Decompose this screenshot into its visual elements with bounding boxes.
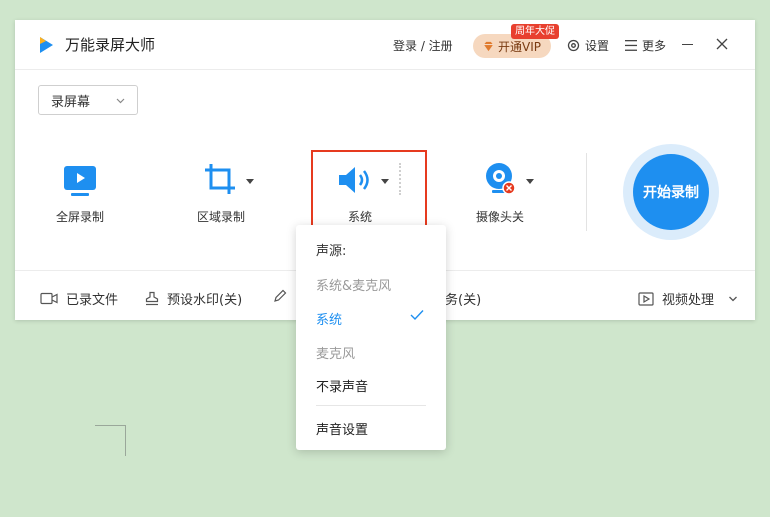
chevron-down-icon[interactable] <box>728 295 738 303</box>
audio-settings-item[interactable]: 声音设置 <box>316 419 368 438</box>
scheduled-task-button[interactable]: 务(关) <box>445 289 481 308</box>
recorded-files-label: 已录文件 <box>66 293 119 308</box>
vip-label: 开通VIP <box>498 39 541 54</box>
more-button[interactable]: 更多 <box>625 37 666 54</box>
dropdown-divider <box>316 405 426 406</box>
tools-divider <box>586 153 587 231</box>
vip-diamond-icon <box>483 41 494 51</box>
audio-option-system[interactable]: 系统 <box>316 309 342 328</box>
more-menu-icon <box>625 40 637 51</box>
watermark-label: 预设水印(关) <box>167 293 243 308</box>
camera-caret[interactable] <box>526 179 534 184</box>
region-record-caret[interactable] <box>246 179 254 184</box>
edit-button[interactable] <box>273 289 287 303</box>
audio-option-mic[interactable]: 麦克风 <box>316 343 355 362</box>
chevron-down-icon <box>116 98 125 104</box>
camera-icon <box>486 163 516 195</box>
watermark-icon <box>145 291 159 306</box>
region-record-label: 区域录制 <box>197 210 246 224</box>
fullscreen-record-icon <box>64 166 96 196</box>
video-process-button[interactable]: 视频处理 <box>638 289 738 308</box>
edit-pencil-icon <box>274 289 287 302</box>
watermark-button[interactable]: 预设水印(关) <box>145 289 242 308</box>
audio-highlight-box <box>311 150 427 233</box>
record-mode-select[interactable]: 录屏幕 <box>38 85 138 115</box>
camera-off-badge-icon <box>502 181 516 195</box>
settings-button[interactable]: 设置 <box>567 37 609 54</box>
record-mode-value: 录屏幕 <box>51 94 91 110</box>
app-title: 万能录屏大师 <box>65 36 156 54</box>
audio-option-none[interactable]: 不录声音 <box>316 376 368 395</box>
close-icon[interactable] <box>715 37 729 51</box>
scheduled-task-label: 务(关) <box>445 293 482 308</box>
camera-label: 摄像头关 <box>476 210 525 224</box>
recorded-files-button[interactable]: 已录文件 <box>40 289 118 308</box>
settings-label: 设置 <box>585 39 610 53</box>
audio-source-header: 声源: <box>316 244 347 259</box>
desktop-corner-mark <box>95 425 126 456</box>
minimize-icon[interactable] <box>682 44 693 45</box>
more-label: 更多 <box>642 39 667 53</box>
video-process-icon <box>638 291 654 306</box>
recorded-files-icon <box>40 292 58 305</box>
video-process-label: 视频处理 <box>662 293 715 308</box>
checkmark-icon <box>410 310 424 321</box>
title-bar: 万能录屏大师 登录 / 注册 开通VIP 周年大促 设置 更多 <box>15 20 755 70</box>
fullscreen-record-label: 全屏录制 <box>56 210 105 224</box>
promo-badge: 周年大促 <box>511 24 559 39</box>
login-register-link[interactable]: 登录 / 注册 <box>393 37 453 54</box>
start-record-button[interactable]: 开始录制 <box>633 154 709 230</box>
app-logo-icon <box>40 37 53 53</box>
settings-gear-icon <box>567 39 580 52</box>
audio-source-dropdown: 声源: 系统&麦克风 系统 麦克风 不录声音 声音设置 <box>296 225 446 450</box>
audio-option-system-mic[interactable]: 系统&麦克风 <box>316 275 391 294</box>
region-crop-icon <box>205 164 235 194</box>
